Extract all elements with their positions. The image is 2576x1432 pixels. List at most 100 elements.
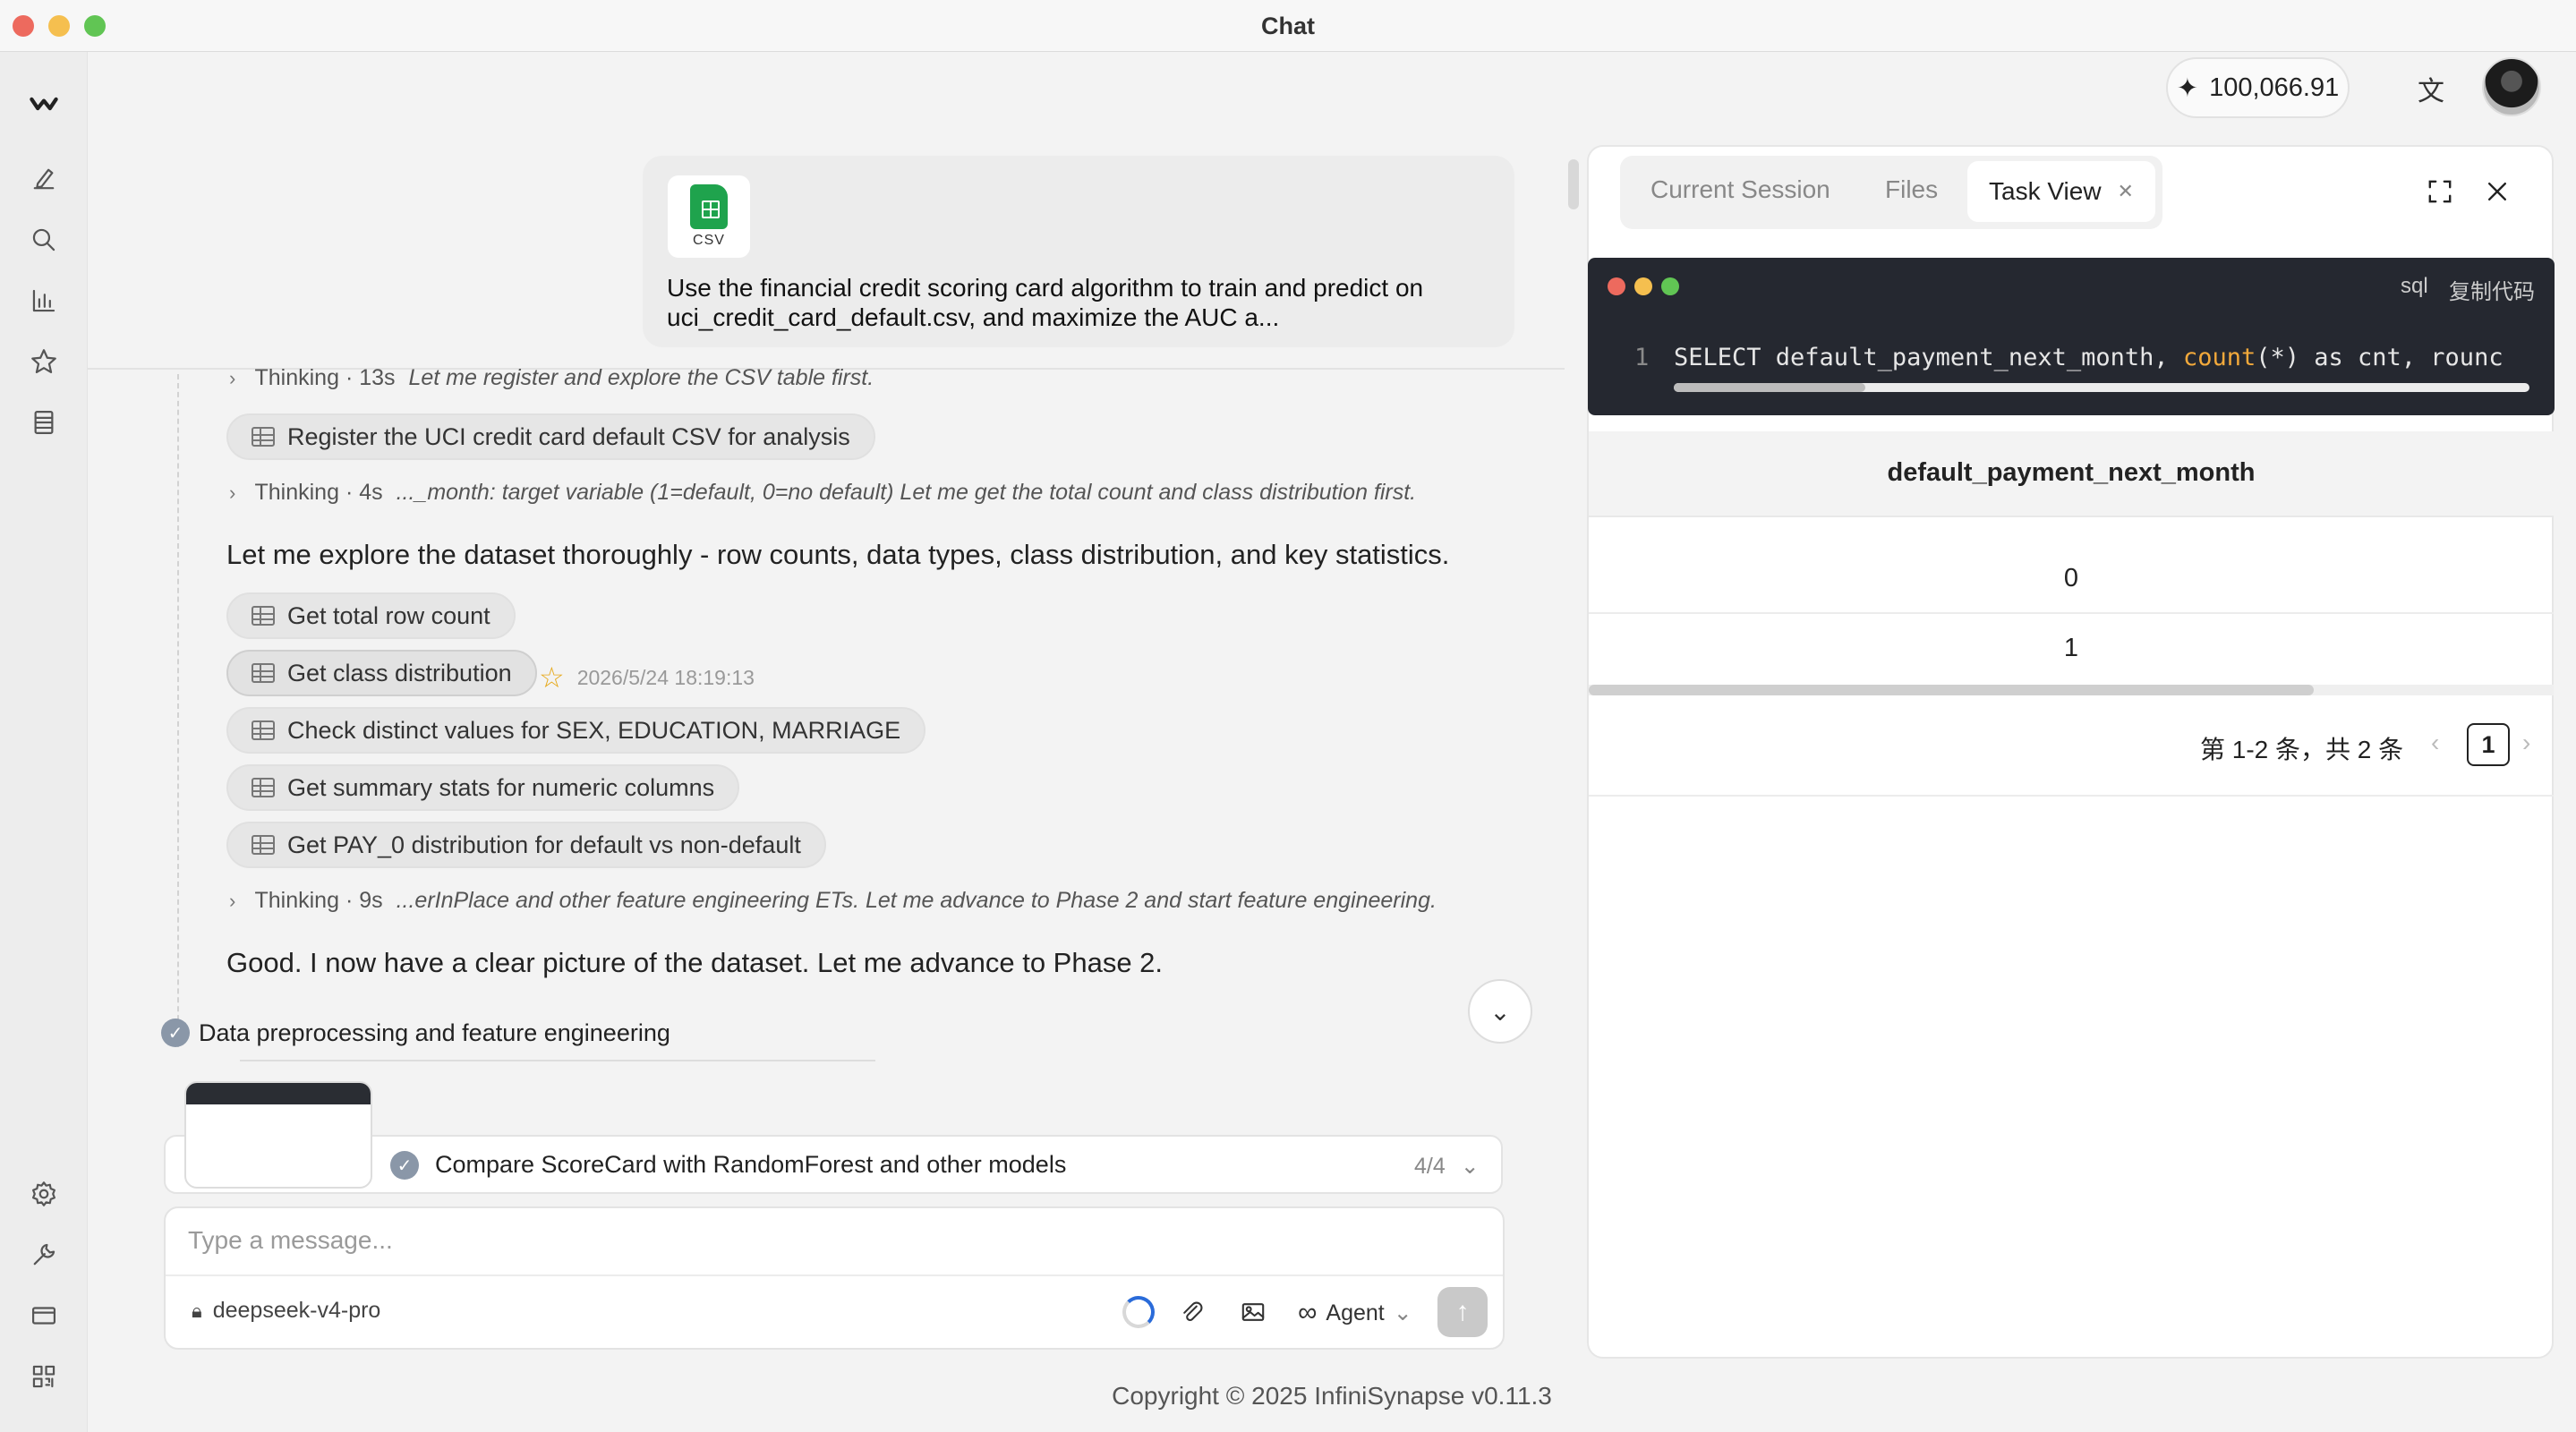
window-title: Chat [1261,13,1315,39]
mode-selector[interactable]: ∞ Agent ⌄ [1298,1298,1412,1328]
table-scrollbar[interactable] [1589,685,2314,695]
tab-current-session[interactable]: Current Session [1651,175,1830,204]
code-dot-red [1608,277,1625,295]
star-icon[interactable]: ☆ [539,661,565,695]
thread-line [177,374,179,1047]
chevron-right-icon: › [229,482,236,504]
next-page-button[interactable]: › [2522,729,2530,757]
table-icon [252,835,275,855]
table-icon [252,720,275,740]
chevron-right-icon: › [229,890,236,912]
table-icon [252,427,275,447]
star-icon[interactable] [26,344,62,379]
divider [240,1060,875,1061]
code-dot-yellow [1634,277,1652,295]
table-icon [252,663,275,683]
chevron-right-icon: › [229,367,236,389]
scroll-to-bottom-button[interactable]: ⌄ [1468,979,1532,1044]
model-label: deepseek-v4-pro [212,1298,381,1323]
image-icon[interactable] [1235,1294,1271,1330]
table-cell: 1 [2063,634,2079,662]
thinking-block[interactable]: › Thinking · 13s Let me register and exp… [229,365,874,391]
pagination-summary: 第 1-2 条，共 2 条 [2200,736,2404,763]
phase-item[interactable]: ✓ Data preprocessing and feature enginee… [161,1019,670,1047]
attach-icon[interactable] [1174,1294,1210,1330]
close-tab-icon[interactable]: ✕ [2118,180,2134,203]
tab-task-view-label: Task View ✕ [1989,177,2134,206]
lock-icon: 🔒︎ [192,1299,202,1322]
logo-icon[interactable] [26,86,62,122]
document-icon[interactable] [26,405,62,440]
assistant-text: Let me explore the dataset thoroughly - … [226,539,1450,570]
thinking-detail: ..._month: target variable (1=default, 0… [396,480,1417,505]
code-keyword: count [2182,344,2256,371]
tab-label: Task View [1989,177,2102,205]
attachment-type: CSV [693,233,725,248]
thinking-detail: Let me register and explore the CSV tabl… [408,365,874,390]
chevron-down-icon: ⌄ [1460,1154,1480,1179]
csv-attachment[interactable]: CSV [668,175,750,258]
settings-icon[interactable] [26,1176,62,1212]
task-preview-thumbnail[interactable] [184,1081,372,1189]
code-line: SELECT default_payment_next_month, count… [1674,344,2533,371]
copyright: Copyright © 2025 InfiniSynapse v0.11.3 [1112,1382,1552,1410]
wrench-icon[interactable] [26,1237,62,1273]
arrow-up-icon: ↑ [1455,1297,1470,1326]
divider [166,1274,1503,1276]
tool-call-pill[interactable]: Register the UCI credit card default CSV… [226,413,875,460]
edit-icon[interactable] [26,161,62,197]
thinking-label: Thinking · 13s [254,365,396,390]
task-count-value: 4/4 [1414,1154,1446,1179]
previous-page-button[interactable]: ‹ [2431,729,2439,757]
tool-call-label: Get class distribution [287,659,512,686]
table-icon [252,778,275,797]
chart-icon[interactable] [26,283,62,319]
tool-call-label: Check distinct values for SEX, EDUCATION… [287,716,901,744]
loading-spinner-icon [1122,1296,1155,1328]
thinking-block[interactable]: › Thinking · 4s ..._month: target variab… [229,480,1416,506]
user-message-text: Use the financial credit scoring card al… [667,274,1424,331]
tool-call-pill[interactable]: Get class distribution [226,650,537,696]
avatar[interactable] [2482,57,2541,116]
spreadsheet-icon [690,184,728,229]
code-text: (*) as cnt, rounc [2256,344,2503,371]
thinking-block[interactable]: › Thinking · 9s ...erInPlace and other f… [229,888,1437,914]
thinking-label: Thinking · 4s [254,480,383,505]
tool-call-label: Get PAY_0 distribution for default vs no… [287,831,801,858]
message-input[interactable] [188,1223,1262,1258]
table-icon [252,606,275,626]
favorite-row: ☆ 2026/5/24 18:19:13 [539,661,755,695]
credits-badge[interactable]: ✦ 100,066.91 [2166,57,2350,118]
model-selector[interactable]: 🔒︎ deepseek-v4-pro [192,1298,380,1324]
tool-call-label: Get total row count [287,601,490,629]
send-button[interactable]: ↑ [1437,1287,1488,1337]
fullscreen-icon[interactable] [2422,174,2458,209]
column-header[interactable]: default_payment_next_month [1589,458,2554,488]
assistant-text: Good. I now have a clear picture of the … [226,947,1164,978]
card-icon[interactable] [26,1298,62,1334]
mode-label: Agent [1326,1300,1385,1325]
code-text: SELECT default_payment_next_month, [1674,344,2183,371]
tool-call-pill[interactable]: Check distinct values for SEX, EDUCATION… [226,707,926,754]
tool-call-pill[interactable]: Get PAY_0 distribution for default vs no… [226,822,826,868]
code-dot-green [1661,277,1679,295]
tab-files[interactable]: Files [1885,175,1938,204]
code-scrollbar[interactable] [1674,383,1865,392]
tool-call-pill[interactable]: Get total row count [226,592,516,639]
task-count[interactable]: 4/4 ⌄ [1414,1153,1480,1180]
page-button[interactable]: 1 [2467,723,2510,766]
sidebar [0,52,88,1432]
copy-code-button[interactable]: 复制代码 [2449,274,2535,305]
row-divider [1589,612,2554,614]
credits-value: 100,066.91 [2209,72,2340,102]
scrollbar[interactable] [1568,159,1579,209]
translate-icon[interactable]: 文 [2412,70,2450,107]
close-icon[interactable] [2479,174,2515,209]
task-label: Compare ScoreCard with RandomForest and … [435,1151,1067,1178]
phase-label: Data preprocessing and feature engineeri… [199,1019,670,1046]
tool-call-label: Get summary stats for numeric columns [287,773,715,801]
search-icon[interactable] [26,222,62,258]
timestamp: 2026/5/24 18:19:13 [576,665,755,689]
check-icon: ✓ [161,1019,190,1047]
tool-call-pill[interactable]: Get summary stats for numeric columns [226,764,740,811]
